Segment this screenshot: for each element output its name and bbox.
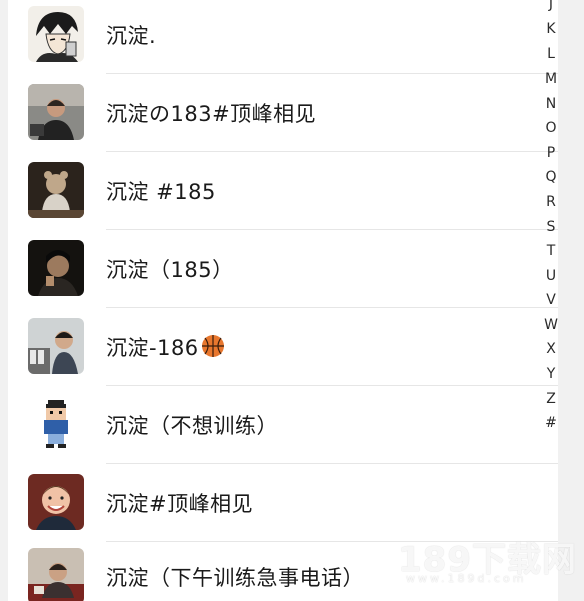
index-letter-j[interactable]: J (538, 0, 558, 12)
index-letter-x[interactable]: X (538, 341, 558, 357)
index-letter-v[interactable]: V (538, 292, 558, 308)
contact-row[interactable]: 沉淀-186 (8, 308, 558, 386)
index-letter-z[interactable]: Z (538, 391, 558, 407)
contact-name: 沉淀の183#顶峰相见 (106, 102, 317, 126)
contact-row[interactable]: 沉淀（185） (8, 230, 558, 308)
pixel-character-avatar (28, 396, 84, 452)
contact-row[interactable]: 沉淀#顶峰相见 (8, 464, 558, 542)
index-letter-s[interactable]: S (538, 219, 558, 235)
contact-name: 沉淀 #185 (106, 180, 216, 204)
person-with-bear-avatar (28, 162, 84, 218)
index-letter-y[interactable]: Y (538, 366, 558, 382)
basketball-icon (201, 334, 225, 363)
contact-name-text: 沉淀-186 (106, 336, 199, 360)
index-letter-r[interactable]: R (538, 194, 558, 210)
contact-name: 沉淀#顶峰相见 (106, 492, 254, 516)
contact-row[interactable]: 沉淀の183#顶峰相见 (8, 74, 558, 152)
index-letter-t[interactable]: T (538, 243, 558, 259)
contact-name: 沉淀（185） (106, 258, 234, 282)
contact-name: 沉淀（下午训练急事电话） (106, 566, 364, 590)
contact-name: 沉淀. (106, 24, 157, 48)
contact-name: 沉淀（不想训练） (106, 414, 278, 438)
watermark-url: www.189d.com (406, 572, 527, 585)
alphabet-index[interactable]: J K L M N O P Q R S T U V W X Y Z # (538, 0, 558, 440)
index-letter-o[interactable]: O (538, 120, 558, 136)
site-watermark: 189下载网 www.189d.com (398, 532, 578, 592)
contact-row[interactable]: 沉淀 #185 (8, 152, 558, 230)
index-letter-l[interactable]: L (538, 46, 558, 62)
contact-name: 沉淀-186 (106, 332, 225, 363)
index-letter-p[interactable]: P (538, 145, 558, 161)
person-on-phone-avatar (28, 548, 84, 601)
person-at-desk-avatar (28, 84, 84, 140)
person-in-room-avatar (28, 318, 84, 374)
smiling-child-avatar (28, 474, 84, 530)
contact-row[interactable]: 沉淀. (8, 0, 558, 74)
index-letter-n[interactable]: N (538, 96, 558, 112)
contact-row[interactable]: 沉淀（不想训练） (8, 386, 558, 464)
index-letter-w[interactable]: W (538, 317, 558, 333)
contact-list: 沉淀. 沉淀の183#顶峰相见 沉淀 #185 沉淀（185） 沉淀-186 沉… (8, 0, 558, 601)
index-letter-k[interactable]: K (538, 21, 558, 37)
index-letter-u[interactable]: U (538, 268, 558, 284)
index-letter-q[interactable]: Q (538, 169, 558, 185)
index-letter-m[interactable]: M (538, 71, 558, 87)
index-letter-hash[interactable]: # (538, 415, 558, 431)
dark-portrait-avatar (28, 240, 84, 296)
anime-character-avatar (28, 6, 84, 62)
